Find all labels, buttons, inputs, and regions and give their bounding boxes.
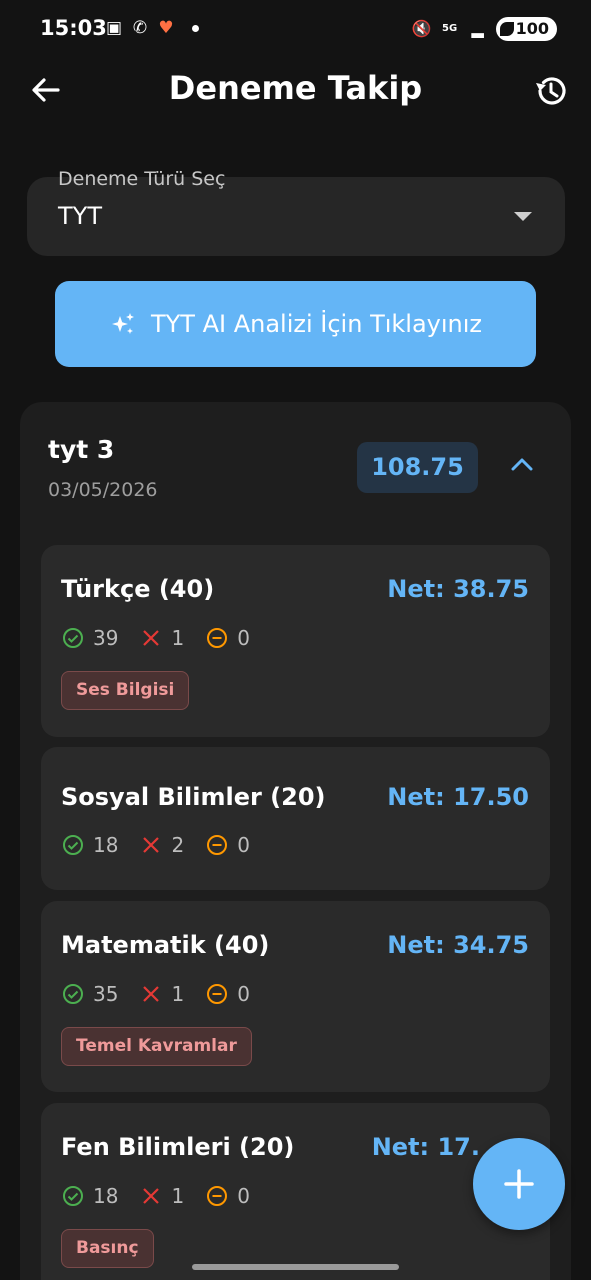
subject-name: Sosyal Bilimler (20) [61,783,326,811]
app-notification-icon: ♥ [158,18,174,38]
minus-circle-icon [207,1186,228,1206]
subject-stats: 18 2 0 [62,833,272,857]
subject-net: Net: 17.50 [387,783,529,811]
notification-icons: ▣ ✆ ♥ [104,18,199,38]
chevron-up-icon[interactable] [510,456,534,472]
exam-type-dropdown[interactable]: Deneme Türü Seç TYT [27,168,565,256]
check-circle-icon [63,984,83,1004]
empty-count: 0 [237,626,250,650]
minus-circle-icon [207,835,228,855]
subject-stats: 39 1 0 [62,626,272,650]
plus-icon [504,1169,534,1199]
more-notifications-dot [192,24,199,32]
home-indicator[interactable] [192,1264,399,1270]
empty-count: 0 [237,982,250,1006]
status-time: 15:03 [40,16,107,40]
subject-card-sosyal: Sosyal Bilimler (20) Net: 17.50 18 2 0 [41,747,550,890]
subject-name: Fen Bilimleri (20) [61,1133,295,1161]
minus-circle-icon [207,628,228,648]
app-bar: Deneme Takip [0,58,591,124]
close-icon [143,986,160,1002]
wrong-count: 1 [171,626,185,650]
network-icon: 5G [442,23,458,34]
correct-count: 39 [93,626,119,650]
battery-saver-icon [499,22,514,36]
subject-net: Net: 38.75 [387,575,529,603]
subject-stats: 18 1 0 [62,1184,272,1208]
exam-name: tyt 3 [48,435,115,464]
sparkles-icon [111,313,134,334]
subject-net: Net: 17. [371,1133,480,1161]
dropdown-label: Deneme Türü Seç [58,168,226,190]
page-title: Deneme Takip [168,69,423,107]
correct-count: 18 [93,1184,119,1208]
topic-tag[interactable]: Temel Kavramlar [61,1027,252,1066]
subject-name: Matematik (40) [61,931,270,959]
signal-icon: ▂ [471,19,484,38]
close-icon [143,630,160,646]
subject-card-turkce: Türkçe (40) Net: 38.75 39 1 0 Ses Bilgis… [41,545,550,737]
battery-level: 100 [515,19,549,38]
close-icon [143,1188,160,1204]
minus-circle-icon [207,984,228,1004]
system-icons: 🔇 5G ▂ 100 [412,17,557,41]
wrong-count: 1 [171,1184,185,1208]
dropdown-value: TYT [58,202,102,230]
history-icon[interactable] [531,71,571,111]
subject-net: Net: 34.75 [387,931,529,959]
exam-date: 03/05/2026 [48,479,158,501]
ai-analysis-button[interactable]: TYT AI Analizi İçin Tıklayınız [55,281,536,367]
correct-count: 18 [93,833,119,857]
subject-stats: 35 1 0 [62,982,272,1006]
empty-count: 0 [237,833,250,857]
subject-card-matematik: Matematik (40) Net: 34.75 35 1 0 Temel K… [41,901,550,1092]
subject-name: Türkçe (40) [61,575,215,603]
correct-count: 35 [93,982,119,1006]
check-circle-icon [63,1186,83,1206]
mute-icon: 🔇 [411,19,432,38]
screenshot-icon: ▣ [105,18,123,38]
empty-count: 0 [237,1184,250,1208]
ai-analysis-label: TYT AI Analizi İçin Tıklayınız [150,310,483,338]
topic-tag[interactable]: Basınç [61,1229,154,1268]
add-exam-button[interactable] [473,1138,565,1230]
topic-tag[interactable]: Ses Bilgisi [61,671,190,710]
wrong-count: 1 [171,982,185,1006]
total-net-badge: 108.75 [357,442,478,493]
wrong-count: 2 [171,833,185,857]
check-circle-icon [63,628,83,648]
check-circle-icon [63,835,83,855]
status-bar: 15:03 ▣ ✆ ♥ 🔇 5G ▂ 100 [0,0,591,58]
close-icon [143,837,160,853]
battery-indicator: 100 [495,17,557,41]
whatsapp-icon: ✆ [132,18,148,38]
dropdown-arrow-icon [514,212,532,221]
